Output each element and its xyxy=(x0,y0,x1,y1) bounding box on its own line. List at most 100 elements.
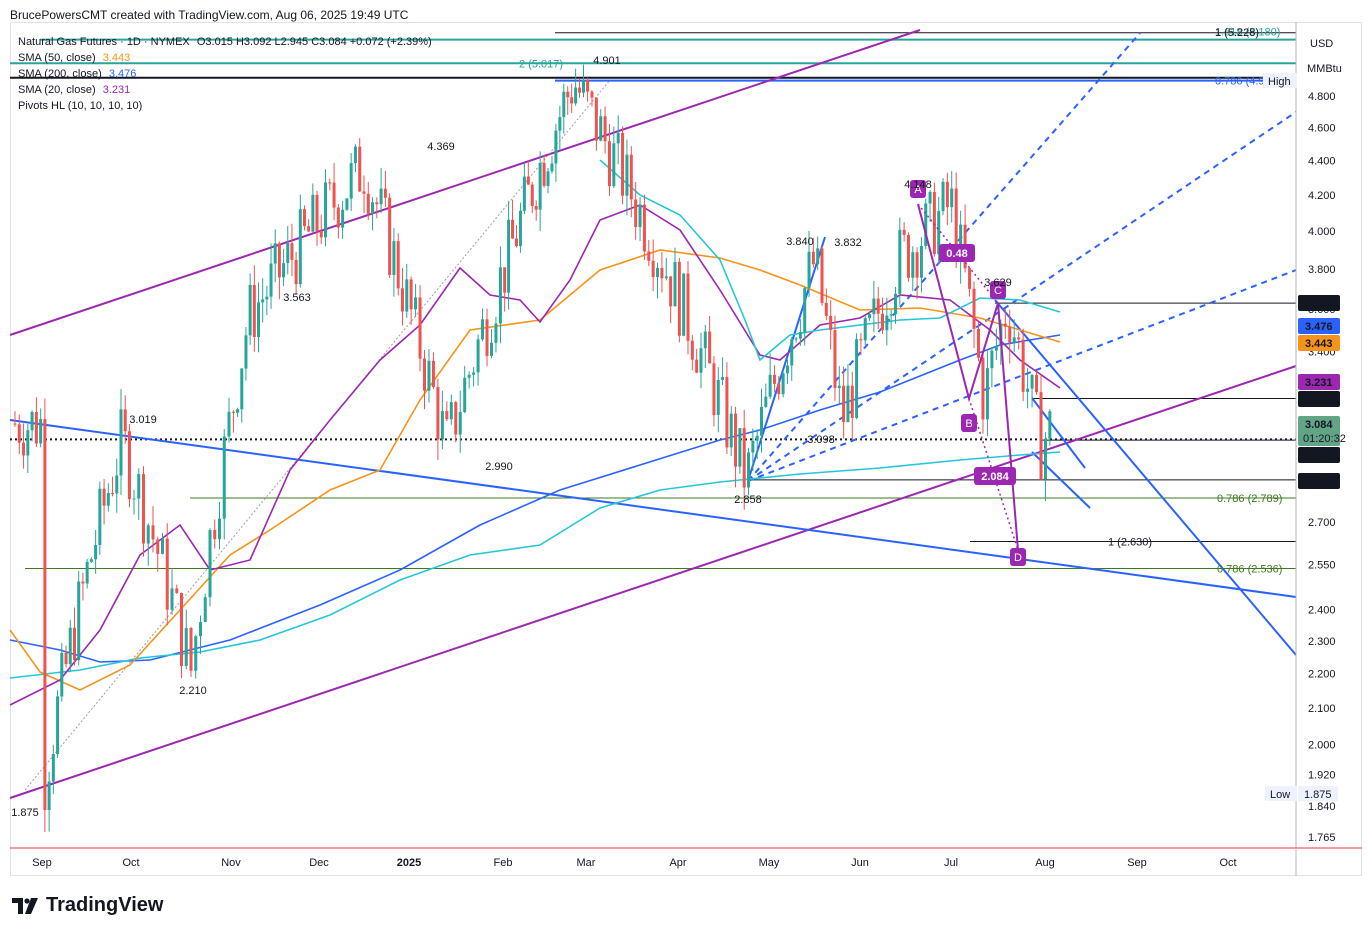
candle-body xyxy=(807,251,811,289)
candle-body xyxy=(738,428,742,467)
candle-body xyxy=(755,435,759,441)
price-tick: 4.800 xyxy=(1308,91,1336,103)
candle-body xyxy=(132,498,136,500)
price-badge-label: 3.231 xyxy=(1305,377,1333,389)
candle-body xyxy=(98,488,102,545)
candle-body xyxy=(772,374,776,384)
fib-label: 0.786 (2.789) xyxy=(1217,493,1282,505)
candle-body xyxy=(77,581,81,661)
candle-body xyxy=(566,91,570,98)
candle-body xyxy=(89,559,93,562)
time-tick: Dec xyxy=(309,857,329,869)
pivot-label: 3.832 xyxy=(834,237,862,249)
candle-body xyxy=(56,696,60,755)
candle-body xyxy=(85,561,89,584)
legend-sma-50[interactable]: SMA (50, close) 3.443 xyxy=(18,50,432,66)
candle-body xyxy=(248,284,252,336)
candle-body xyxy=(494,323,498,343)
candle-body xyxy=(682,273,686,336)
trend-channels xyxy=(9,29,1297,799)
candle-body xyxy=(298,209,302,285)
candle-body xyxy=(811,251,815,265)
pivot-label: 3.840 xyxy=(786,236,814,248)
candle-body xyxy=(503,267,507,293)
time-tick: Feb xyxy=(494,857,513,869)
candle-body xyxy=(489,342,493,356)
candle-body xyxy=(119,409,123,476)
candle-body xyxy=(612,143,616,187)
candle-body xyxy=(282,263,286,278)
indicator-label: Pivots HL (10, 10, 10, 10) xyxy=(18,100,143,112)
candle-body xyxy=(621,132,625,196)
candle-body xyxy=(115,475,119,494)
candle-body xyxy=(526,176,530,185)
price-chart[interactable]: ABCD0.482.084 1.618 (5.180)2 (5.017)0.78… xyxy=(0,0,1372,936)
candle-body xyxy=(418,297,422,359)
moving-average-line xyxy=(9,204,1061,706)
candle-body xyxy=(902,229,906,235)
candle-body xyxy=(725,376,729,448)
candle-body xyxy=(747,452,751,488)
candle-body xyxy=(968,268,972,289)
candle-body xyxy=(189,628,193,671)
candle-body xyxy=(872,298,876,315)
pivot-label: 2.210 xyxy=(179,685,207,697)
candle-body xyxy=(345,198,349,210)
candle-body xyxy=(542,162,546,186)
legend-symbol-row: Natural Gas Futures · 1D · NYMEX O3.015 … xyxy=(18,34,432,50)
candle-body xyxy=(265,296,269,300)
candle-body xyxy=(208,529,212,598)
tradingview-logo[interactable]: TradingView xyxy=(12,894,163,917)
price-tick: 2.700 xyxy=(1308,517,1336,529)
candle-body xyxy=(507,219,511,293)
candle-body xyxy=(759,406,763,436)
fib-label: 2 (5.017) xyxy=(519,58,563,70)
candle-body xyxy=(485,319,489,356)
candle-body xyxy=(647,251,651,261)
legend-pivots[interactable]: Pivots HL (10, 10, 10, 10) xyxy=(18,98,432,114)
ratio-label: 0.48 xyxy=(946,248,967,260)
time-tick: Mar xyxy=(577,857,596,869)
candle-body xyxy=(846,385,850,423)
candle-body xyxy=(431,360,435,388)
fib-label: 0.786 (2.536) xyxy=(1217,563,1282,575)
candle-body xyxy=(111,492,115,494)
candle-body xyxy=(1026,388,1030,392)
pattern-point-label: B xyxy=(965,418,972,430)
candle-body xyxy=(440,411,444,440)
candle-body xyxy=(26,430,30,456)
price-badge-label: 3.629 xyxy=(1305,298,1333,310)
candle-body xyxy=(227,411,231,437)
candle-body xyxy=(257,302,260,338)
price-badge-countdown: 01:20:32 xyxy=(1303,433,1346,445)
candle-body xyxy=(1048,411,1052,439)
candle-body xyxy=(94,544,98,560)
candle-body xyxy=(798,332,802,339)
legend-sma-200[interactable]: SMA (200, close) 3.476 xyxy=(18,66,432,82)
candle-body xyxy=(859,339,863,341)
candle-body xyxy=(60,652,64,697)
candle-body xyxy=(315,194,319,231)
legend-sma-20[interactable]: SMA (20, close) 3.231 xyxy=(18,82,432,98)
candle-body xyxy=(837,385,841,388)
candle-body xyxy=(928,191,932,204)
candle-body xyxy=(392,241,396,275)
price-badge-label: 2.858 xyxy=(1305,476,1333,488)
candle-body xyxy=(175,588,179,594)
time-tick: Sep xyxy=(32,857,52,869)
candle-body xyxy=(990,350,994,369)
price-tick: 2.300 xyxy=(1308,636,1336,648)
candle-body xyxy=(941,181,945,212)
candle-body xyxy=(458,412,462,435)
candle-body xyxy=(751,440,755,453)
candle-body xyxy=(829,315,833,331)
candle-body xyxy=(660,267,664,279)
candle-body xyxy=(570,97,574,104)
candle-body xyxy=(911,252,915,278)
pivot-label: 1.875 xyxy=(11,807,39,819)
candle-body xyxy=(39,419,43,444)
candle-body xyxy=(768,374,772,397)
candle-body xyxy=(794,338,798,340)
price-badge-label: 3.016 xyxy=(1305,450,1333,462)
pitchfork-median xyxy=(747,111,1297,482)
